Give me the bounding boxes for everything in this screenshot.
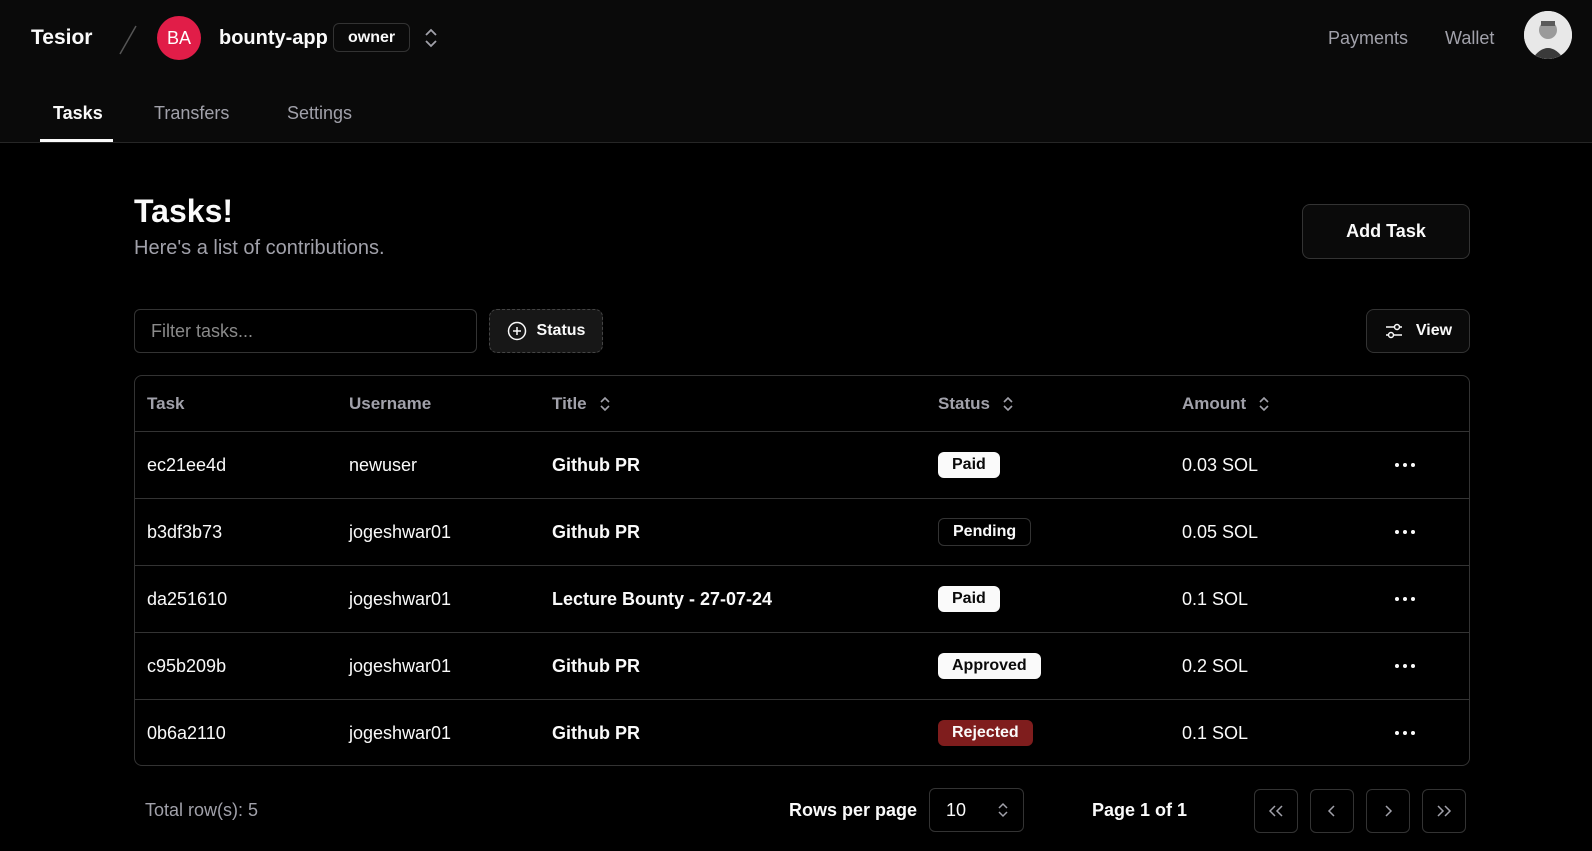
brand-logo[interactable]: Tesior — [31, 26, 92, 50]
tab-transfers[interactable]: Transfers — [154, 103, 229, 124]
amount: 0.05 SOL — [1182, 521, 1259, 542]
amount: 0.2 SOL — [1182, 655, 1249, 676]
column-header-title-label: Title — [552, 393, 587, 413]
chevron-up-down-icon[interactable] — [422, 26, 440, 50]
slash-separator-icon — [119, 25, 137, 55]
username: jogeshwar01 — [349, 655, 452, 676]
active-tab-indicator — [40, 139, 113, 142]
column-header-task: Task — [147, 393, 185, 413]
username: jogeshwar01 — [349, 588, 452, 609]
row-actions-button[interactable] — [1393, 700, 1417, 765]
amount: 0.1 SOL — [1182, 588, 1249, 609]
sort-icon — [600, 396, 610, 411]
column-header-status-label: Status — [938, 393, 990, 413]
row-actions-button[interactable] — [1393, 633, 1417, 699]
total-rows: Total row(s): 5 — [145, 800, 259, 820]
task-title: Github PR — [552, 655, 640, 676]
task-title: Github PR — [552, 722, 640, 743]
first-page-button[interactable] — [1254, 789, 1298, 833]
wallet-link[interactable]: Wallet — [1445, 28, 1494, 49]
task-title: Github PR — [552, 521, 640, 542]
task-id: 0b6a2110 — [147, 722, 226, 743]
payments-link[interactable]: Payments — [1328, 28, 1408, 49]
row-actions-button[interactable] — [1393, 499, 1417, 565]
tab-settings[interactable]: Settings — [287, 103, 352, 124]
column-header-amount-label: Amount — [1182, 393, 1247, 413]
task-title: Lecture Bounty - 27-07-24 — [552, 588, 773, 609]
table-row[interactable]: c95b209b jogeshwar01 Github PR Approved … — [135, 632, 1469, 699]
top-header: Tesior BA bounty-app owner Payments Wall… — [0, 0, 1592, 143]
column-header-title[interactable]: Title — [552, 376, 611, 431]
table-row[interactable]: ec21ee4d newuser Github PR Paid 0.03 SOL — [135, 431, 1469, 498]
status-filter-button[interactable]: Status — [489, 309, 603, 353]
chevron-right-icon — [1385, 805, 1393, 817]
chevrons-right-icon — [1437, 805, 1452, 817]
column-header-amount[interactable]: Amount — [1182, 376, 1270, 431]
last-page-button[interactable] — [1422, 789, 1466, 833]
status-badge: Pending — [938, 518, 1032, 546]
amount: 0.03 SOL — [1182, 454, 1259, 475]
table-row[interactable]: 0b6a2110 jogeshwar01 Github PR Rejected … — [135, 699, 1469, 765]
page-title: Tasks! — [134, 193, 234, 229]
task-id: ec21ee4d — [147, 454, 227, 475]
role-badge: owner — [333, 23, 411, 52]
more-horizontal-icon — [1395, 463, 1415, 467]
sort-icon — [1003, 396, 1013, 411]
status-badge: Paid — [938, 586, 1000, 612]
sort-icon — [1259, 396, 1269, 411]
status-badge: Approved — [938, 653, 1041, 679]
more-horizontal-icon — [1395, 664, 1415, 668]
row-actions-button[interactable] — [1393, 566, 1417, 632]
plus-circle-icon — [507, 321, 526, 341]
filter-tasks-input[interactable] — [134, 309, 477, 353]
table-row[interactable]: b3df3b73 jogeshwar01 Github PR Pending 0… — [135, 498, 1469, 565]
status-badge: Paid — [938, 452, 1000, 478]
amount: 0.1 SOL — [1182, 722, 1249, 743]
add-task-button[interactable]: Add Task — [1302, 204, 1470, 259]
column-header-status[interactable]: Status — [938, 376, 1014, 431]
username: jogeshwar01 — [349, 521, 452, 542]
tab-tasks[interactable]: Tasks — [53, 103, 103, 124]
view-options-button[interactable]: View — [1366, 309, 1470, 353]
status-badge: Rejected — [938, 720, 1033, 746]
tasks-table: Task Username Title Status Amount ec21ee… — [134, 375, 1470, 766]
chevron-left-icon — [1327, 805, 1335, 817]
page-info: Page 1 of 1 — [1092, 800, 1188, 820]
app-avatar[interactable]: BA — [157, 16, 201, 60]
column-header-username: Username — [349, 393, 432, 413]
sliders-icon — [1385, 323, 1402, 339]
page-subtitle: Here's a list of contributions. — [134, 237, 385, 259]
chevron-up-down-icon — [998, 802, 1008, 818]
task-title: Github PR — [552, 454, 640, 475]
chevrons-left-icon — [1268, 805, 1283, 817]
rows-per-page-select[interactable]: 10 — [929, 788, 1024, 832]
task-id: c95b209b — [147, 655, 227, 676]
previous-page-button[interactable] — [1310, 789, 1354, 833]
more-horizontal-icon — [1395, 530, 1415, 534]
more-horizontal-icon — [1395, 731, 1415, 735]
rows-per-page-value: 10 — [946, 799, 967, 820]
row-actions-button[interactable] — [1393, 432, 1417, 498]
view-label: View — [1415, 322, 1453, 339]
task-id: b3df3b73 — [147, 521, 223, 542]
profile-avatar[interactable] — [1524, 11, 1572, 59]
username: jogeshwar01 — [349, 722, 452, 743]
more-horizontal-icon — [1395, 597, 1415, 601]
status-filter-label: Status — [536, 322, 586, 339]
username: newuser — [349, 454, 418, 475]
user-avatar-icon — [1524, 11, 1572, 59]
rows-per-page-label: Rows per page — [789, 800, 918, 820]
next-page-button[interactable] — [1366, 789, 1410, 833]
table-row[interactable]: da251610 jogeshwar01 Lecture Bounty - 27… — [135, 565, 1469, 632]
table-header-row: Task Username Title Status Amount — [135, 376, 1469, 431]
task-id: da251610 — [147, 588, 228, 609]
app-name[interactable]: bounty-app — [219, 27, 328, 50]
